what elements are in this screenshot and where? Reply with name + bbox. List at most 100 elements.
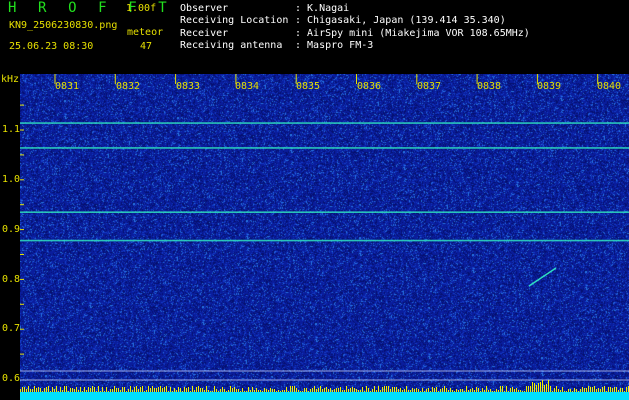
signal-spike bbox=[206, 386, 207, 392]
time-label: 0836 bbox=[357, 81, 382, 92]
signal-spike bbox=[146, 390, 147, 392]
signal-spike bbox=[170, 387, 171, 392]
signal-spike bbox=[198, 386, 199, 392]
info-value: : Maspro FM-3 bbox=[295, 39, 374, 51]
signal-spike bbox=[272, 389, 273, 392]
signal-spike bbox=[574, 388, 575, 392]
signal-spike bbox=[492, 391, 493, 392]
time-label: 0838 bbox=[477, 81, 502, 92]
signal-spike bbox=[366, 386, 367, 392]
signal-spike bbox=[258, 390, 259, 392]
signal-band bbox=[20, 392, 629, 400]
signal-spike bbox=[158, 387, 159, 392]
signal-spike bbox=[414, 389, 415, 392]
spectrogram-overlay bbox=[20, 74, 629, 400]
freq-label: 1.1 bbox=[2, 124, 21, 135]
header-panel: H R O F F T 1.00f KN9_2506230830.png met… bbox=[0, 0, 629, 74]
signal-spike bbox=[508, 391, 509, 392]
signal-spike bbox=[380, 390, 381, 392]
signal-spike bbox=[76, 387, 77, 392]
signal-spike bbox=[226, 391, 227, 392]
signal-spike bbox=[44, 388, 45, 392]
signal-spike bbox=[514, 389, 515, 392]
signal-spike bbox=[438, 391, 439, 392]
signal-spike bbox=[416, 388, 417, 392]
signal-spike bbox=[424, 391, 425, 392]
info-row-location: Receiving Location: Chigasaki, Japan (13… bbox=[180, 15, 530, 27]
signal-spike bbox=[240, 391, 241, 392]
signal-spike bbox=[22, 387, 23, 392]
info-key: Receiving Location bbox=[180, 15, 289, 27]
signal-spike bbox=[66, 386, 67, 392]
signal-spike bbox=[282, 390, 283, 392]
signal-spike bbox=[396, 387, 397, 392]
signal-spike bbox=[186, 388, 187, 392]
signal-spike bbox=[580, 389, 581, 392]
signal-spike bbox=[584, 388, 585, 392]
signal-spike bbox=[254, 390, 255, 392]
signal-spike bbox=[408, 390, 409, 392]
signal-spike bbox=[288, 391, 289, 392]
signal-spike bbox=[286, 387, 287, 392]
time-label: 0840 bbox=[597, 81, 622, 92]
signal-spike bbox=[108, 391, 109, 392]
signal-spike bbox=[374, 386, 375, 392]
signal-spike bbox=[52, 387, 53, 392]
signal-spike bbox=[236, 389, 237, 392]
signal-spike bbox=[588, 386, 589, 392]
signal-spike bbox=[468, 390, 469, 392]
signal-spike bbox=[212, 391, 213, 392]
signal-spike bbox=[554, 388, 555, 392]
info-key: Receiver bbox=[180, 27, 229, 39]
signal-spike bbox=[462, 389, 463, 392]
signal-spike bbox=[386, 386, 387, 392]
signal-spike bbox=[562, 387, 563, 392]
signal-spike bbox=[428, 388, 429, 392]
signal-spike bbox=[454, 391, 455, 392]
signal-spike bbox=[38, 387, 39, 392]
signal-spike bbox=[544, 385, 545, 392]
signal-spike bbox=[464, 391, 465, 392]
signal-spike bbox=[138, 389, 139, 392]
signal-spike bbox=[388, 386, 389, 392]
signal-spike bbox=[116, 388, 117, 392]
signal-spike bbox=[298, 390, 299, 392]
signal-spike bbox=[626, 387, 627, 392]
signal-spike bbox=[224, 389, 225, 392]
signal-spike bbox=[126, 391, 127, 392]
signal-spike bbox=[80, 387, 81, 392]
signal-spike bbox=[276, 391, 277, 392]
signal-spike bbox=[216, 389, 217, 392]
signal-spike bbox=[324, 388, 325, 392]
signal-spike bbox=[608, 387, 609, 392]
signal-spike bbox=[294, 386, 295, 392]
signal-spike bbox=[354, 388, 355, 392]
signal-spike bbox=[204, 390, 205, 392]
info-value: : AirSpy mini (Miakejima VOR 108.65MHz) bbox=[295, 27, 530, 39]
signal-spike bbox=[598, 388, 599, 392]
freq-label: 0.8 bbox=[2, 274, 21, 285]
signal-spike bbox=[440, 389, 441, 392]
signal-spike bbox=[346, 386, 347, 392]
signal-spike bbox=[114, 386, 115, 392]
signal-spike bbox=[432, 387, 433, 392]
signal-spike bbox=[150, 388, 151, 392]
signal-spike bbox=[96, 391, 97, 392]
signal-spike bbox=[302, 391, 303, 392]
signal-spike bbox=[310, 389, 311, 392]
info-value: : K.Nagai bbox=[295, 3, 350, 14]
signal-spike bbox=[532, 382, 533, 392]
signal-spike bbox=[548, 380, 549, 392]
signal-spike bbox=[244, 391, 245, 392]
signal-spike bbox=[602, 387, 603, 392]
signal-spike bbox=[330, 388, 331, 392]
signal-spike bbox=[164, 387, 165, 392]
signal-spike bbox=[162, 388, 163, 392]
signal-spike bbox=[20, 389, 21, 392]
signal-spike bbox=[72, 388, 73, 392]
signal-spike bbox=[328, 389, 329, 392]
signal-spike bbox=[558, 389, 559, 392]
signal-spike bbox=[104, 391, 105, 392]
signal-spike bbox=[68, 391, 69, 392]
signal-spike bbox=[342, 390, 343, 392]
